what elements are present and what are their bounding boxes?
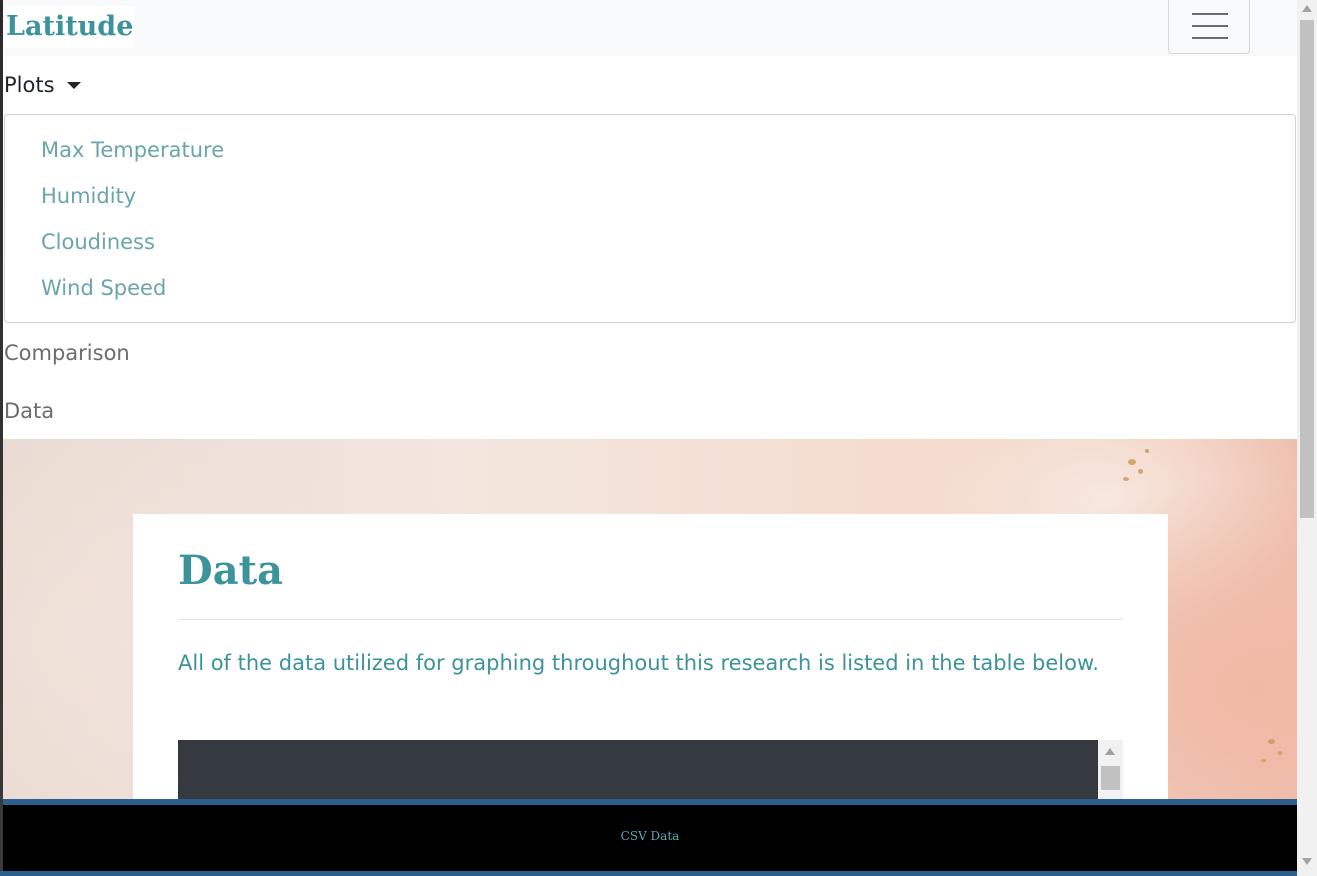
dropdown-item-cloudiness[interactable]: Cloudiness: [41, 227, 155, 257]
scroll-up-arrow-icon[interactable]: [1302, 5, 1312, 12]
page-scrollbar[interactable]: [1297, 0, 1317, 876]
page-title: Data: [178, 547, 283, 594]
dropdown-item-wind-speed[interactable]: Wind Speed: [41, 273, 166, 303]
plots-dropdown-menu: Max Temperature Humidity Cloudiness Wind…: [4, 114, 1296, 323]
scroll-down-arrow-icon[interactable]: [1302, 858, 1312, 865]
scrollbar-thumb[interactable]: [1101, 766, 1120, 790]
nav-link-comparison[interactable]: Comparison: [4, 338, 130, 368]
page-description: All of the data utilized for graphing th…: [178, 651, 1099, 675]
data-card: Data All of the data utilized for graphi…: [133, 514, 1168, 804]
divider: [178, 619, 1123, 620]
scroll-up-arrow-icon[interactable]: [1105, 748, 1115, 755]
footer: CSV Data: [3, 805, 1297, 871]
dropdown-item-max-temperature[interactable]: Max Temperature: [41, 135, 224, 165]
scrollbar-thumb[interactable]: [1300, 20, 1314, 518]
table-scrollbar[interactable]: [1098, 740, 1123, 804]
data-table-header: [178, 740, 1098, 804]
navbar: Latitude: [3, 0, 1297, 56]
caret-down-icon: [66, 81, 81, 89]
navbar-toggler-button[interactable]: [1168, 0, 1250, 54]
footer-link-csv-data[interactable]: CSV Data: [3, 829, 1297, 843]
nav-link-data[interactable]: Data: [4, 396, 54, 426]
dropdown-item-humidity[interactable]: Humidity: [41, 181, 136, 211]
window-bottom-border: [0, 871, 1297, 876]
brand-logo[interactable]: Latitude: [4, 6, 136, 48]
plots-dropdown-toggle[interactable]: Plots: [4, 70, 81, 100]
plots-label: Plots: [4, 73, 55, 97]
